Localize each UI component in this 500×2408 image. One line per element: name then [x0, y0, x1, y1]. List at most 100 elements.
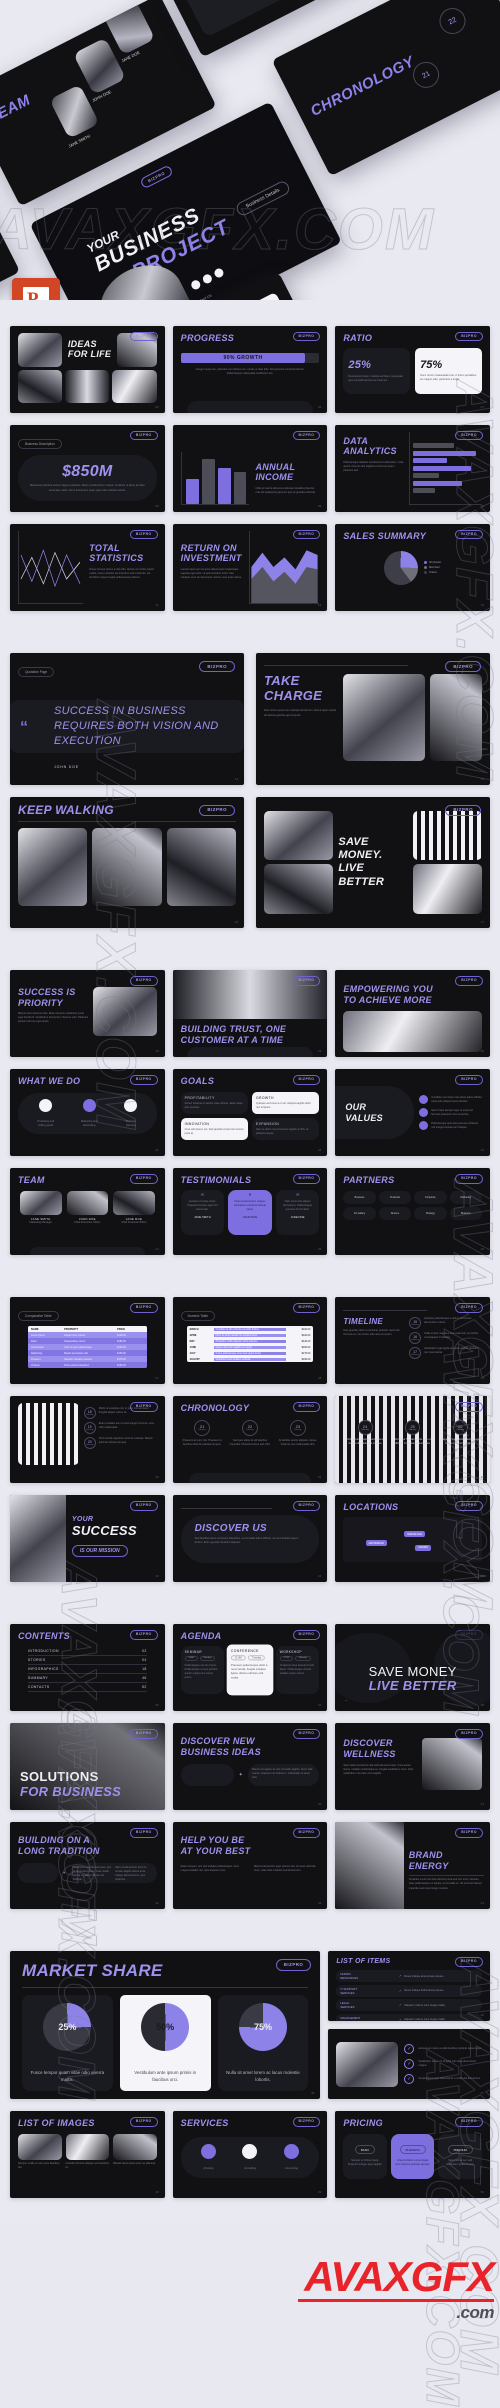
slide-schedule-table[interactable]: BIZPRO Numeric Table MARCH Curabitur at e…	[172, 1297, 328, 1385]
check-icon: ✓	[404, 2074, 415, 2085]
contents-row[interactable]: SUMMARY 46	[28, 1674, 147, 1683]
contents-row[interactable]: CONTACTS 52	[28, 1683, 147, 1692]
slide-list-of-images[interactable]: BIZPRO LIST OF IMAGES Semper mollis ex s…	[10, 2111, 165, 2199]
partner-logo: Business	[343, 1190, 376, 1204]
social-icon-2[interactable]	[201, 272, 214, 285]
donut-chart	[383, 550, 418, 585]
slide-take-charge[interactable]: BIZPRO TAKE CHARGE Duis rutrum purus nec…	[256, 653, 490, 785]
slide-ideas-for-life[interactable]: BIZPRO IDEAS FOR LIFE 05	[10, 326, 165, 413]
slide-discover-us[interactable]: BIZPRO DISCOVER US Sed faucibus lacus ve…	[172, 1495, 328, 1583]
list-item[interactable]: HUMAN RESOURCES ↗ Donec tristique lacus …	[336, 1970, 482, 1983]
goal-card: EXPANSION Nam ut dolor nisi vel cursus s…	[251, 1117, 320, 1141]
slide-locations[interactable]: BIZPRO LOCATIONS AMSTERDAM BARCELONA MAD…	[335, 1495, 490, 1583]
list-item[interactable]: MANAGEMENT CONSULTING ↗ Aliquam in odio …	[336, 2013, 482, 2022]
quad-photo-2	[264, 864, 334, 915]
value-item: Curabitur nec fusce cras lacus tellus ef…	[419, 1095, 482, 1105]
slide-comparison-table[interactable]: BIZPRO Comparative Table NAME PROPERTY P…	[10, 1297, 165, 1385]
slide-brand-energy[interactable]: BIZPRO BRAND ENERGY Curabitur a est non …	[335, 1822, 490, 1910]
slide-pricing[interactable]: BIZPRO PRICING BASIC Semper et finibus l…	[335, 2111, 490, 2199]
slide-checklist[interactable]: ✓ Aenean ac metus a nulla faucibus pulvi…	[328, 2029, 490, 2100]
slide-quote[interactable]: BIZPRO Quotation Page Success in busines…	[10, 653, 244, 785]
chronology-item: 26 February Integer ut purus condimentum …	[438, 1420, 482, 1446]
slide-big-number[interactable]: BIZPRO Business Description $850M Maecen…	[10, 425, 165, 512]
slide-row: BIZPRO BUILDING ON A LONG TRADITION ✦ Ve…	[10, 1822, 490, 1910]
slide-agenda[interactable]: BIZPRO AGENDA SEMINAR 9 AM Monday Pellen…	[172, 1624, 328, 1712]
slide-return-on-investment[interactable]: BIZPRO RETURN ON INVESTMENT Laoreet quis…	[172, 524, 328, 611]
slide-what-we-do[interactable]: BIZPRO WHAT WE DO Producing and selling …	[10, 1069, 165, 1157]
slide-success-is-priority[interactable]: BIZPRO SUCCESS IS PRIORITY Mauris sed ma…	[10, 970, 165, 1058]
chronology-item: 23 February At facilisis auctor aliquam c…	[276, 1419, 319, 1447]
take-charge-photo-1	[343, 673, 425, 761]
arrow-right-icon[interactable]: →	[343, 1697, 348, 1703]
section-about: BIZPRO SUCCESS IS PRIORITY Mauris sed ma…	[0, 970, 500, 1298]
slide-testimonials[interactable]: BIZPRO TESTIMONIALS “ Aenean et metus tu…	[172, 1168, 328, 1256]
chronology-item: 25 February Curabitur feugiat lacinia ant…	[391, 1420, 435, 1446]
slide-timeline-photo[interactable]: BIZPRO 18 February Morbi ut suscipite nis…	[10, 1396, 165, 1484]
goal-card: INNOVATION Cras velit ipsum est. Sed gra…	[180, 1117, 248, 1141]
map-pin[interactable]: BARCELONA	[404, 1531, 426, 1538]
slide-save-money[interactable]: BIZPRO SAVE MONEY. LIVE BETTER 17	[256, 796, 490, 929]
slide-timeline[interactable]: BIZPRO TIMELINE Duis gravida, libero ut …	[335, 1297, 490, 1385]
slide-save-money-live-better[interactable]: BIZPRO SAVE MONEY LIVE BETTER → 38	[335, 1624, 490, 1712]
arrow-right-icon: ↗	[398, 2003, 402, 2008]
bar	[412, 480, 462, 486]
slide-partners[interactable]: BIZPRO PARTNERS Business Financial Corpo…	[335, 1168, 490, 1256]
bar	[412, 458, 448, 463]
timeline-item: 17 February Vestibulum eget ligula ac tel…	[409, 1346, 482, 1359]
pricing-plan[interactable]: BASIC Semper et finibus ligula. Praesent…	[343, 2133, 387, 2179]
social-icon-3[interactable]	[212, 266, 226, 280]
section-data: BIZPRO Comparative Table NAME PROPERTY P…	[0, 1297, 500, 1625]
slide-annual-income[interactable]: BIZPRO ANNUAL INCOME Odio at viverra dic…	[172, 425, 328, 512]
slide-keep-walking[interactable]: BIZPRO KEEP WALKING 16	[10, 796, 244, 929]
slide-progress[interactable]: BIZPRO PROGRESS 90% GROWTH Integer neque…	[172, 326, 328, 413]
image-thumb	[113, 2133, 157, 2160]
slide-building-on-tradition[interactable]: BIZPRO BUILDING ON A LONG TRADITION ✦ Ve…	[10, 1822, 165, 1910]
timeline-photo	[18, 1403, 79, 1465]
slide-your-success[interactable]: BIZPRO YOUR SUCCESS IS OUR MISSION 33	[10, 1495, 165, 1583]
line-chart	[18, 531, 84, 604]
slide-solutions-for-business[interactable]: BIZPRO SOLUTIONS FOR BUSINESS 39	[10, 1723, 165, 1811]
contents-row[interactable]: INTRODUCTION 02	[28, 1647, 147, 1656]
contents-row[interactable]: STORIES 04	[28, 1656, 147, 1665]
social-icon-1[interactable]	[189, 278, 202, 291]
map-pin[interactable]: MADRID	[415, 1544, 431, 1551]
avatar	[113, 1190, 155, 1215]
slide-list-of-items[interactable]: BIZPRO LIST OF ITEMS HUMAN RESOURCES ↗ D…	[328, 1951, 490, 2022]
pricing-plan[interactable]: BUSINESS Cras tincidunt cursus ligula ar…	[390, 2133, 435, 2179]
business-details-button[interactable]: Business Details	[234, 179, 292, 218]
list-item[interactable]: LEGAL SERVICES ↗ Aliquam in odio et nunc…	[336, 1999, 482, 2012]
slide-team[interactable]: BIZPRO TEAM JANE SMITH Marketing Manager…	[10, 1168, 165, 1256]
list-item[interactable]: IT SUPPORT SERVICES ↗ Donec tristique fi…	[336, 1984, 482, 1997]
slide-row: BIZPRO LIST OF IMAGES Semper mollis ex s…	[10, 2111, 490, 2199]
section-summary: BIZPRO MARKET SHARE 25% Fusce tempor qua…	[0, 1951, 500, 2225]
slide-chronology-photo[interactable]: BIZPRO 24 February Orci varius natoque pe…	[335, 1396, 490, 1484]
slide-discover-new-ideas[interactable]: BIZPRO DISCOVER NEW BUSINESS IDEAS ✦ Mau…	[172, 1723, 328, 1811]
slide-row: BIZPRO KEEP WALKING 16 BIZPRO SAVE MONEY…	[10, 796, 490, 929]
slide-goals[interactable]: BIZPRO GOALS PROFITABILITY Donec tristiq…	[172, 1069, 328, 1157]
team-member: JOHN DOE Chief Executive Officer	[66, 1190, 109, 1225]
slide-empowering-you[interactable]: BIZPRO EMPOWERING YOU TO ACHIEVE MORE 20	[335, 970, 490, 1058]
slide-sales-summary[interactable]: BIZPRO SALES SUMMARY All Quarter Merchan…	[335, 524, 490, 611]
slide-chronology[interactable]: BIZPRO CHRONOLOGY 21 February Praesent at…	[172, 1396, 328, 1484]
slide-services[interactable]: BIZPRO SERVICES Advising Consulting Acco…	[172, 2111, 328, 2199]
slide-total-statistics[interactable]: BIZPRO TOTAL STATISTICS Donec tempor ips…	[10, 524, 165, 611]
slide-building-trust[interactable]: BIZPRO BUILDING TRUST, ONE CUSTOMER AT A…	[172, 970, 328, 1058]
pricing-plan[interactable]: PREMIUM Sed gravida nec velit vestibulum…	[438, 2133, 483, 2179]
map-pin[interactable]: AMSTERDAM	[365, 1540, 387, 1547]
quote-icon: “	[20, 718, 28, 736]
what-we-do-item: Producing and selling goods	[37, 1098, 54, 1128]
slide-our-values[interactable]: BIZPRO OUR VALUES Curabitur nec fusce cr…	[335, 1069, 490, 1157]
contents-row[interactable]: INFOGRAPHICS 18	[28, 1665, 147, 1674]
iso-slide-chronology[interactable]: BIZPRO CHRONOLOGY 21 22	[271, 0, 500, 177]
donut-75: 75%	[238, 2003, 287, 2052]
slide-data-analytics[interactable]: BIZPRO DATA ANALYTICS Pellentesque dapib…	[335, 425, 490, 512]
slide-contents[interactable]: BIZPRO CONTENTS INTRODUCTION 02 STORIES 04…	[10, 1624, 165, 1712]
slide-help-you-be-at-your-best[interactable]: BIZPRO HELP YOU BE AT YOUR BEST Etiam te…	[172, 1822, 328, 1910]
slide-row: BIZPRO YOUR SUCCESS IS OUR MISSION 33 BI…	[10, 1495, 490, 1583]
slide-discover-wellness[interactable]: BIZPRO DISCOVER WELLNESS Sed mattis est …	[335, 1723, 490, 1811]
checklist-item: ✓ Vestibulum aliquet in fringilla nisl v…	[404, 2059, 482, 2070]
bar	[201, 458, 215, 504]
slide-ratio[interactable]: BIZPRO RATIO 25% Descipiment diam molest…	[335, 326, 490, 413]
gallery-photo-1	[18, 828, 88, 906]
slide-market-share[interactable]: BIZPRO MARKET SHARE 25% Fusce tempor qua…	[10, 1951, 321, 2100]
